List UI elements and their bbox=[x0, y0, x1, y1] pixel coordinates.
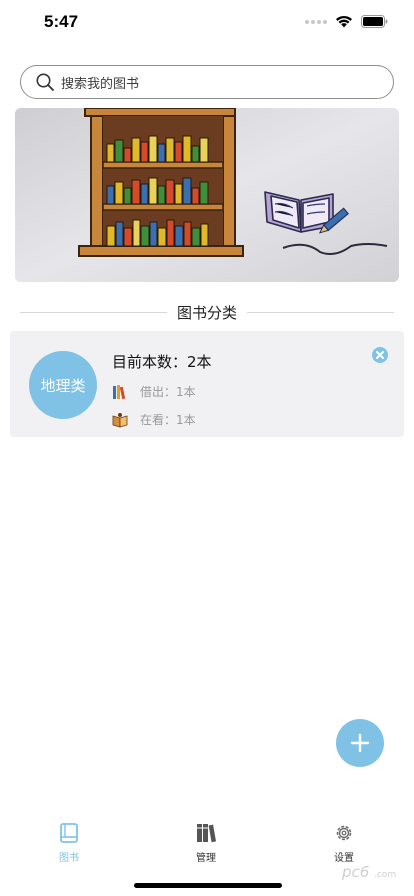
home-indicator bbox=[134, 883, 282, 888]
tab-books[interactable]: 图书 bbox=[29, 822, 109, 864]
reading-row: 在看： 1本 bbox=[112, 411, 196, 428]
divider-right bbox=[247, 311, 395, 313]
svg-text:pc6: pc6 bbox=[341, 863, 369, 881]
category-name-badge: 地理类 bbox=[29, 351, 97, 419]
borrowed-books-icon bbox=[112, 384, 128, 400]
section-header: 图书分类 bbox=[20, 300, 395, 324]
book-icon bbox=[58, 822, 80, 844]
current-count-value: 2本 bbox=[187, 353, 212, 371]
books-shelf-icon bbox=[195, 822, 217, 844]
borrowed-label: 借出： bbox=[140, 385, 177, 399]
tab-settings[interactable]: 设置 bbox=[304, 822, 384, 864]
plus-icon bbox=[350, 733, 370, 753]
reading-value: 1本 bbox=[176, 413, 196, 427]
tab-manage[interactable]: 管理 bbox=[166, 822, 246, 864]
close-icon bbox=[376, 351, 384, 359]
add-category-button[interactable] bbox=[336, 719, 384, 767]
search-input[interactable]: 搜索我的图书 bbox=[20, 65, 394, 99]
battery-icon bbox=[361, 15, 388, 28]
reading-label: 在看： bbox=[140, 413, 177, 427]
banner-image bbox=[15, 108, 399, 282]
status-bar: 5:47 bbox=[0, 0, 414, 48]
wifi-icon bbox=[336, 15, 352, 28]
category-card[interactable]: 地理类 目前本数： 2本 借出： 1本 在看： 1本 bbox=[10, 331, 404, 437]
delete-category-button[interactable] bbox=[372, 347, 388, 363]
gear-icon bbox=[333, 822, 355, 844]
borrowed-value: 1本 bbox=[176, 385, 196, 399]
divider-left bbox=[20, 311, 167, 313]
tab-manage-label: 管理 bbox=[196, 853, 216, 864]
search-icon bbox=[35, 72, 55, 92]
cellular-signal-icon bbox=[305, 19, 327, 24]
tab-books-label: 图书 bbox=[59, 853, 79, 864]
current-count-label: 目前本数： bbox=[112, 353, 188, 371]
status-time: 5:47 bbox=[44, 12, 79, 31]
watermark-logo: pc6 .com bbox=[340, 860, 406, 882]
search-placeholder: 搜索我的图书 bbox=[61, 76, 140, 92]
status-icons bbox=[305, 15, 388, 28]
reading-book-icon bbox=[112, 412, 128, 428]
current-count: 目前本数： 2本 bbox=[112, 351, 212, 372]
section-title: 图书分类 bbox=[177, 303, 238, 322]
svg-text:.com: .com bbox=[374, 870, 396, 880]
borrowed-row: 借出： 1本 bbox=[112, 383, 196, 400]
